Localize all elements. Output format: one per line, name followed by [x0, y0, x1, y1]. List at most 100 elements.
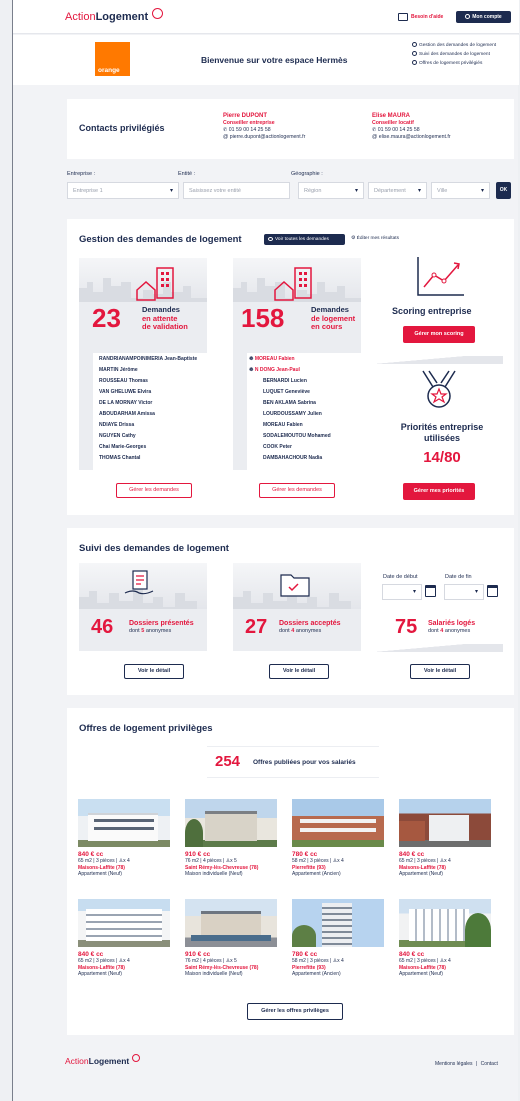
- contact-person-1: Pierre DUPONT Conseiller entreprise ✆ 01…: [223, 113, 305, 141]
- list-item[interactable]: BEN AKLAMA Sabrina: [263, 400, 316, 406]
- list-item-highlight[interactable]: ☸ N DONG Jean-Paul: [249, 367, 300, 373]
- offer-photo[interactable]: [185, 899, 277, 947]
- presented-sub-suffix: anonymes: [145, 627, 172, 634]
- contact-link[interactable]: Contact: [481, 1061, 498, 1067]
- brand-action: Action: [65, 11, 96, 23]
- list-item[interactable]: LOURDOUSSAMY Julien: [263, 411, 322, 417]
- footer-brand-action: Action: [65, 1056, 89, 1066]
- ongoing-label: Demandes de logement en cours: [311, 305, 355, 332]
- manage-pending-button[interactable]: Gérer les demandes: [116, 483, 192, 498]
- manage-offers-button[interactable]: Gérer les offres privilèges: [247, 1003, 343, 1020]
- list-item[interactable]: NGUYEN Cathy: [99, 433, 136, 439]
- view-all-requests-button[interactable]: Voir toutes les demandes: [264, 234, 345, 245]
- date-end-select[interactable]: ▾: [444, 584, 484, 600]
- calendar-icon[interactable]: [487, 585, 498, 597]
- offer-info[interactable]: 910 € cc 76 m2 | 4 pièces | ♙x 5 Saint R…: [185, 851, 285, 878]
- offer-photo[interactable]: [399, 899, 491, 947]
- company-logo: orange: [95, 42, 130, 76]
- help-button[interactable]: Besoin d'aide: [398, 13, 443, 21]
- region-select[interactable]: Région ▾: [298, 182, 364, 199]
- arrow-circle-icon: [412, 51, 417, 57]
- arrow-circle-icon: [412, 60, 417, 66]
- offer-photo[interactable]: [78, 899, 170, 947]
- footer: ActionLogement Mentions légales | Contac…: [13, 1045, 519, 1085]
- link-gestion[interactable]: Gestion des demandes de logement: [412, 41, 496, 50]
- welcome-banner: orange Bienvenue sur votre espace Hermès…: [13, 35, 519, 85]
- ok-button[interactable]: OK: [496, 182, 511, 199]
- entity-input[interactable]: Saisissez votre entité: [183, 182, 290, 199]
- priorities-title-line1: Priorités entreprise: [400, 422, 484, 432]
- chevron-down-icon: ▾: [354, 188, 358, 194]
- accepted-detail-button[interactable]: Voir le détail: [269, 664, 329, 679]
- list-item[interactable]: COOK Peter: [263, 444, 292, 450]
- ongoing-panel: 158 Demandes de logement en cours ☸ MORE…: [233, 258, 361, 470]
- list-item[interactable]: MOREAU Fabien: [263, 422, 303, 428]
- offer-persons: x 4: [337, 858, 344, 864]
- legal-link[interactable]: Mentions légales: [435, 1061, 473, 1067]
- help-label: Besoin d'aide: [411, 14, 444, 20]
- list-item-highlight[interactable]: ☸ MOREAU Fabien: [249, 356, 295, 362]
- chevron-down-icon: ▾: [412, 589, 416, 595]
- contact-role: Conseiller entreprise: [223, 120, 275, 126]
- housed-sub-count: 4: [440, 627, 444, 634]
- ongoing-skyline: [233, 258, 361, 302]
- contact-phone: 01 59 00 14 25 58: [377, 127, 420, 133]
- offer-details-text: 65 m2 | 3 pièces |: [78, 858, 119, 864]
- offer-info[interactable]: 780 € cc 58 m2 | 3 pièces | ♙x 4 Pierref…: [292, 951, 392, 978]
- offer-photo[interactable]: [292, 799, 384, 847]
- department-select[interactable]: Département ▾: [368, 182, 427, 199]
- presented-detail-button[interactable]: Voir le détail: [124, 664, 184, 679]
- offer-photo[interactable]: [78, 799, 170, 847]
- calendar-icon[interactable]: [425, 585, 436, 597]
- manage-priorities-button[interactable]: Gérer mes priorités: [403, 483, 475, 500]
- list-item[interactable]: Chai Marie-Georges: [99, 444, 146, 450]
- city-select[interactable]: Ville ▾: [431, 182, 490, 199]
- priorities-title: Priorités entreprise utilisées: [387, 422, 497, 444]
- offer-photo[interactable]: [399, 799, 491, 847]
- list-item[interactable]: DE LA MORNAY Victor: [99, 400, 152, 406]
- contact-email-row[interactable]: @ pierre.dupont@actionlogement.fr: [223, 134, 305, 141]
- list-item[interactable]: NDIAYE Drissa: [99, 422, 134, 428]
- account-button[interactable]: Mon compte: [456, 11, 511, 23]
- offer-info[interactable]: 910 € cc 76 m2 | 4 pièces | ♙x 5 Saint R…: [185, 951, 285, 978]
- presented-label-group: Dossiers présentés dont 5 anonymes: [129, 620, 194, 635]
- offer-photo[interactable]: [292, 899, 384, 947]
- housed-sub: dont 4 anonymes: [428, 628, 475, 636]
- contact-email-row[interactable]: @ elise.maura@actionlogement.fr: [372, 134, 451, 141]
- list-item[interactable]: VAN GHELUWE Elvira: [99, 389, 151, 395]
- list-item[interactable]: ABOUDARHAM Amissa: [99, 411, 155, 417]
- offres-count: 254: [215, 753, 241, 770]
- offer-info[interactable]: 780 € cc 58 m2 | 3 pièces | ♙x 4 Pierref…: [292, 851, 392, 878]
- edit-results-link[interactable]: ⚙ Éditer mes résultats: [351, 236, 399, 241]
- at-icon: @: [223, 134, 230, 140]
- list-item[interactable]: ROUSSEAU Thomas: [99, 378, 148, 384]
- offer-persons: x 4: [123, 958, 130, 964]
- contact-phone: 01 59 00 14 25 58: [228, 127, 271, 133]
- company-select[interactable]: Entreprise 1 ▾: [67, 182, 179, 199]
- housed-detail-button[interactable]: Voir le détail: [410, 664, 470, 679]
- offer-info[interactable]: 840 € cc 65 m2 | 3 pièces | ♙x 4 Maisons…: [399, 951, 499, 978]
- offer-photo[interactable]: [185, 799, 277, 847]
- footer-logo[interactable]: ActionLogement: [65, 1054, 140, 1066]
- list-item[interactable]: LUQUET Geneviève: [263, 389, 310, 395]
- offer-info[interactable]: 840 € cc 65 m2 | 3 pièces | ♙x 4 Maisons…: [399, 851, 499, 878]
- contacts-title: Contacts privilégiés: [79, 123, 165, 133]
- list-item[interactable]: MARTIN Jérôme: [99, 367, 138, 373]
- link-gestion-label: Gestion des demandes de logement: [419, 43, 497, 48]
- list-item[interactable]: SODALEMOUTOU Mohamed: [263, 433, 331, 439]
- list-item[interactable]: DAMBAHACHOUR Nadia: [263, 455, 322, 461]
- offer-info[interactable]: 840 € cc 65 m2 | 3 pièces | ♙x 4 Maisons…: [78, 951, 178, 978]
- list-item[interactable]: BERNARDI Lucien: [263, 378, 307, 384]
- brand-mark-icon: [152, 8, 164, 19]
- offer-info[interactable]: 840 € cc 65 m2 | 3 pièces | ♙x 4 Maisons…: [78, 851, 178, 878]
- offer-type: Maison individuelle (Neuf): [185, 971, 243, 977]
- date-start-select[interactable]: ▾: [382, 584, 422, 600]
- offer-persons: x 4: [123, 858, 130, 864]
- link-suivi[interactable]: Suivi des demandes de logement: [412, 50, 496, 59]
- manage-scoring-button[interactable]: Gérer mon scoring: [403, 326, 475, 343]
- link-offres[interactable]: Offres de logement privilégiés: [412, 59, 496, 68]
- brand-logo[interactable]: ActionLogement: [65, 8, 164, 23]
- manage-ongoing-button[interactable]: Gérer les demandes: [259, 483, 335, 498]
- list-item[interactable]: RANDRIANAMPOINIMERIA Jean-Baptiste: [99, 356, 197, 362]
- list-item[interactable]: THOMAS Chantal: [99, 455, 140, 461]
